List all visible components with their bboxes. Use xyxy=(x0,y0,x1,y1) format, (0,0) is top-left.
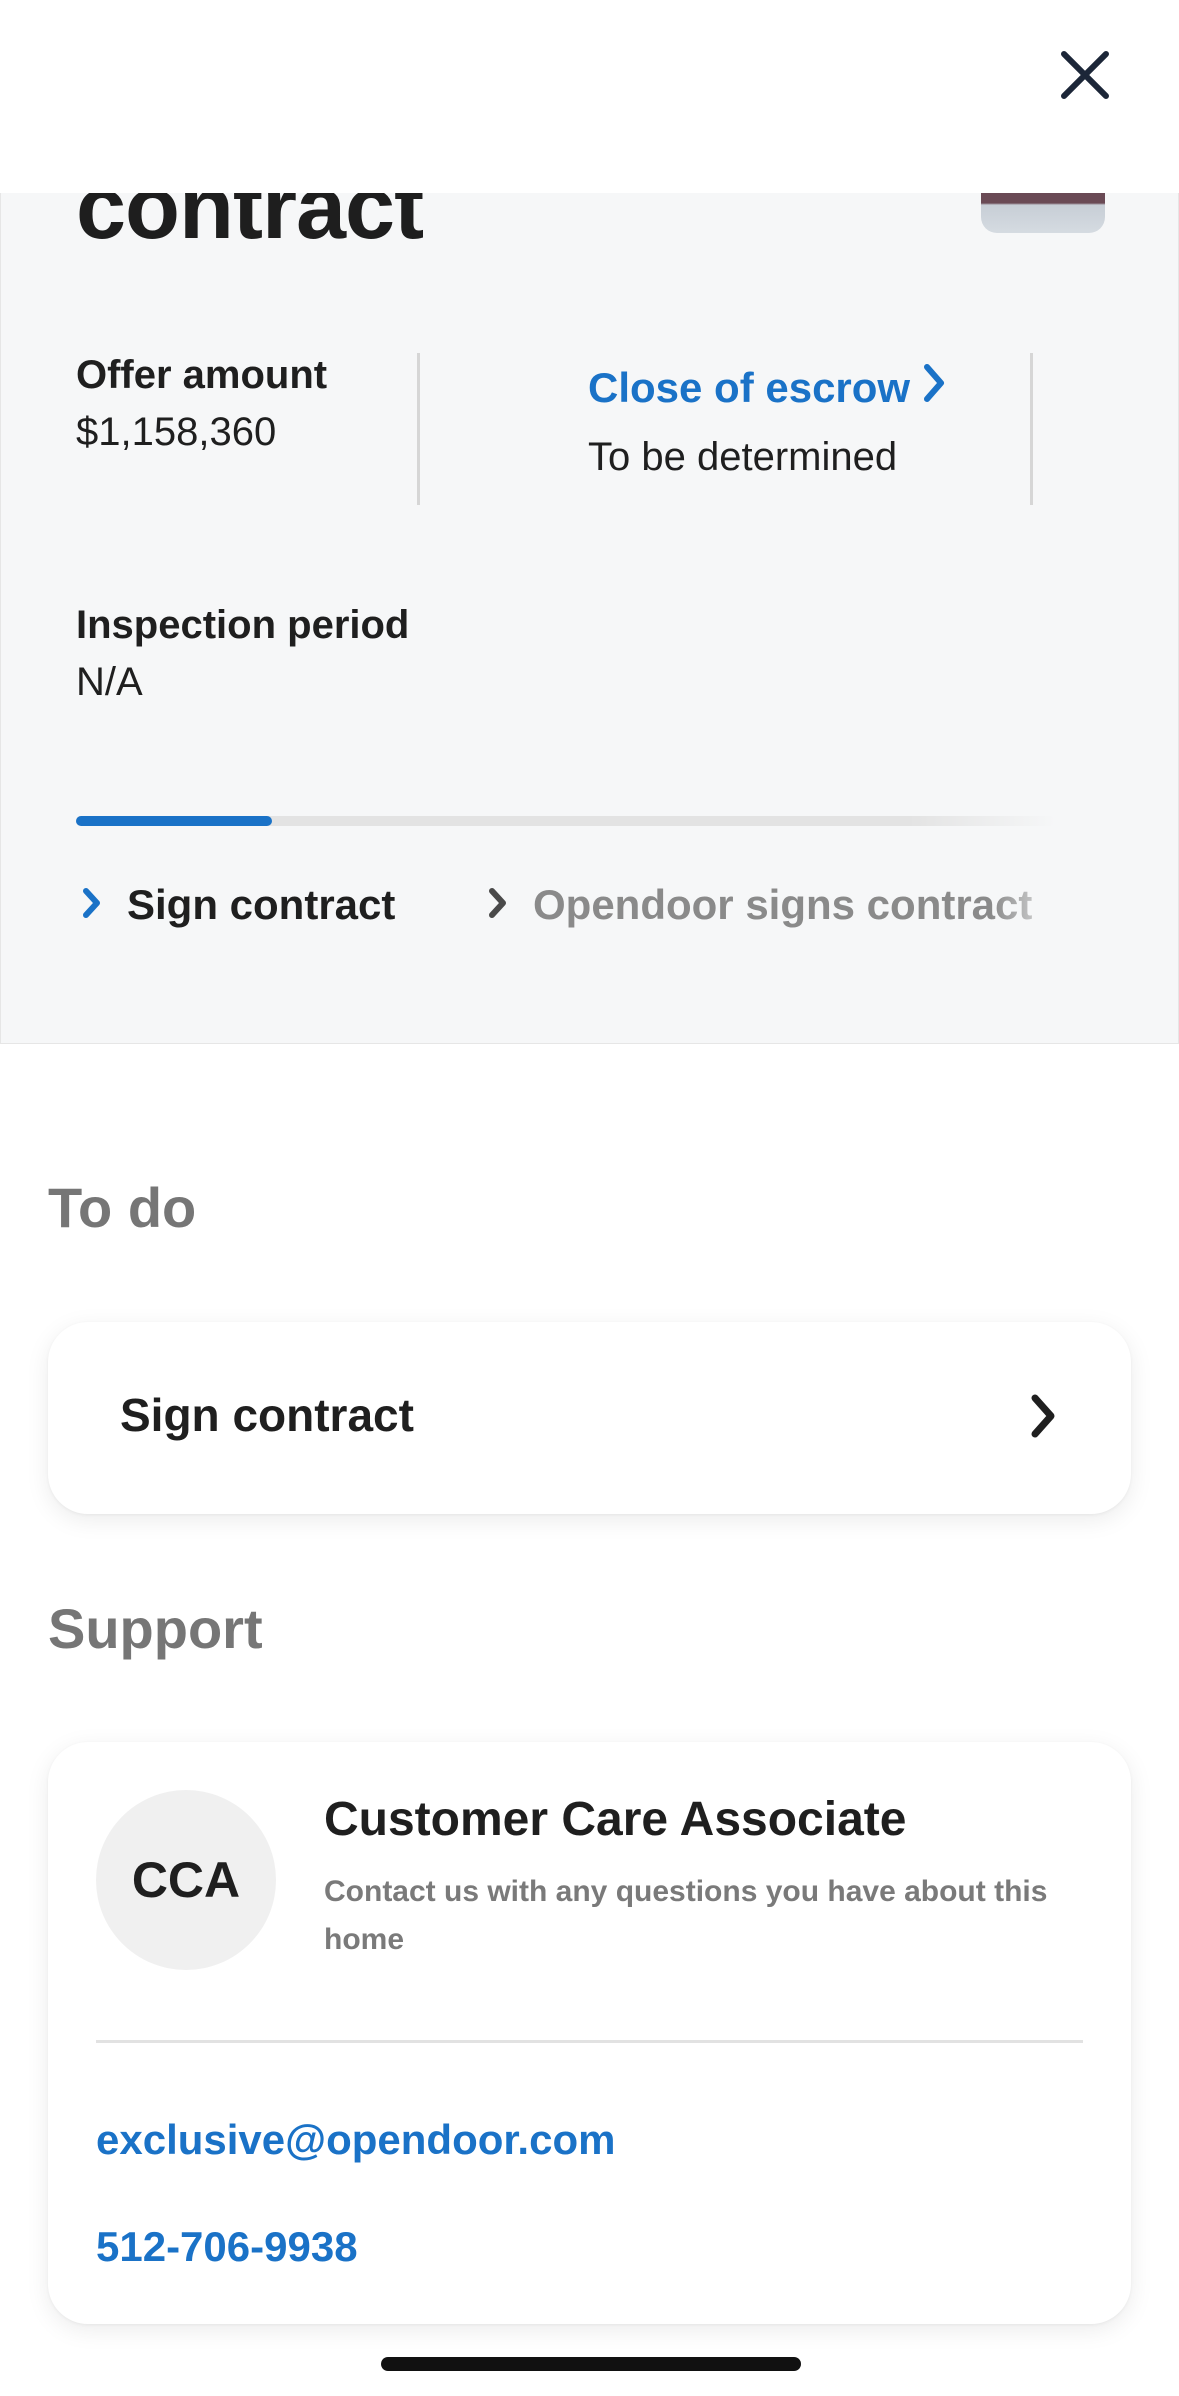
home-thumbnail[interactable] xyxy=(981,193,1105,233)
chevron-right-icon xyxy=(81,881,103,929)
support-card: CCA Customer Care Associate Contact us w… xyxy=(48,1742,1131,2324)
chevron-right-icon xyxy=(1029,1392,1059,1445)
home-indicator xyxy=(381,2357,801,2371)
chevron-right-icon xyxy=(922,363,946,413)
step-sign-contract[interactable]: Sign contract xyxy=(81,881,395,929)
top-bar xyxy=(0,0,1179,193)
offer-amount-value: $1,158,360 xyxy=(76,410,277,454)
close-button[interactable] xyxy=(1040,32,1130,122)
todo-item-label: Sign contract xyxy=(120,1389,414,1441)
support-heading: Support xyxy=(48,1597,263,1660)
inspection-period-label: Inspection period xyxy=(76,603,410,647)
step-label: Opendoor signs contract xyxy=(533,881,1033,928)
avatar: CCA xyxy=(96,1790,276,1970)
todo-heading: To do xyxy=(48,1176,197,1239)
close-of-escrow-label: Close of escrow xyxy=(588,364,911,411)
agent-name: Customer Care Associate xyxy=(324,1793,907,1846)
inspection-period-value: N/A xyxy=(76,660,143,704)
todo-item-sign-contract[interactable]: Sign contract xyxy=(48,1322,1131,1514)
agent-description: Contact us with any questions you have a… xyxy=(324,1875,1048,1956)
progress-bar xyxy=(76,816,1056,826)
transaction-summary-panel: contract Offer amount $1,158,360 Close o… xyxy=(0,163,1179,1044)
step-label: Sign contract xyxy=(127,881,396,928)
divider xyxy=(96,2040,1083,2043)
offer-amount: Offer amount $1,158,360 xyxy=(76,353,327,455)
stat-divider xyxy=(1030,353,1033,505)
close-of-escrow: Close of escrow To be determined xyxy=(588,363,946,480)
phone-link[interactable]: 512-706-9938 xyxy=(96,2223,358,2271)
chevron-right-icon xyxy=(487,881,509,929)
progress-bar-fill xyxy=(76,816,272,826)
step-opendoor-signs[interactable]: Opendoor signs contract xyxy=(487,881,1032,929)
offer-amount-label: Offer amount xyxy=(76,353,328,397)
close-of-escrow-value: To be determined xyxy=(588,435,898,479)
close-of-escrow-link[interactable]: Close of escrow xyxy=(588,363,946,413)
email-link[interactable]: exclusive@opendoor.com xyxy=(96,2116,615,2164)
steps-fade xyxy=(991,863,1071,943)
stat-divider xyxy=(417,353,420,505)
inspection-period: Inspection period N/A xyxy=(76,603,409,705)
close-icon xyxy=(1059,49,1111,106)
